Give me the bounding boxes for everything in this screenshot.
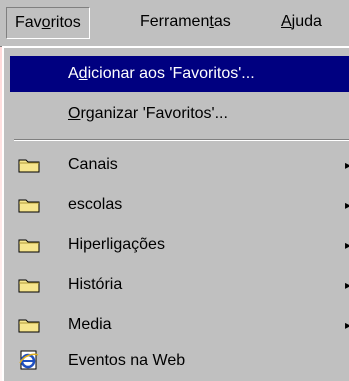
- submenu-arrow-icon: ▸: [344, 318, 349, 332]
- submenu-arrow-icon: ▸: [344, 198, 349, 212]
- menu-item-organizar-favoritos[interactable]: Organizar 'Favoritos'...: [10, 96, 349, 132]
- ie-page-icon: [19, 350, 39, 370]
- menu-link-eventos-na-web[interactable]: Eventos na Web: [10, 343, 349, 379]
- menu-favoritos-label-a: Fav: [15, 14, 42, 31]
- menu-favoritos[interactable]: Favoritos: [6, 7, 90, 39]
- menu-folder-escolas-label: escolas: [68, 196, 123, 213]
- favoritos-dropdown: Adicionar aos 'Favoritos'... Organizar '…: [2, 46, 349, 381]
- submenu-arrow-icon: ▸: [344, 278, 349, 292]
- submenu-arrow-icon: ▸: [344, 158, 349, 172]
- menu-ajuda[interactable]: Ajuda: [273, 7, 330, 37]
- menu-ajuda-label: juda: [291, 13, 322, 30]
- menu-ferramentas-label-a: Ferramen: [140, 13, 210, 30]
- menu-folder-historia[interactable]: História ▸: [10, 267, 349, 303]
- menu-folder-media-label: Media: [68, 316, 112, 333]
- menu-ferramentas[interactable]: Ferramentas: [132, 7, 239, 37]
- menu-folder-media[interactable]: Media ▸: [10, 307, 349, 343]
- menu-folder-escolas[interactable]: escolas ▸: [10, 187, 349, 223]
- menu-item-organizar-label: Organizar 'Favoritos'...: [68, 105, 228, 122]
- menu-folder-canais[interactable]: Canais ▸: [10, 147, 349, 183]
- submenu-arrow-icon: ▸: [344, 238, 349, 252]
- menu-link-eventos-label: Eventos na Web: [68, 352, 186, 369]
- folder-icon: [18, 239, 40, 253]
- menu-separator: [14, 139, 349, 141]
- menu-ajuda-accel: A: [281, 13, 292, 30]
- menu-ferramentas-label-b: as: [213, 13, 231, 30]
- menu-favoritos-label-b: ritos: [50, 14, 81, 31]
- menu-favoritos-accel: o: [41, 14, 51, 31]
- menu-folder-hiperligacoes[interactable]: Hiperligações ▸: [10, 227, 349, 263]
- menu-folder-hiperligacoes-label: Hiperligações: [68, 236, 165, 253]
- menu-item-adicionar-label: Adicionar aos 'Favoritos'...: [68, 65, 255, 82]
- menu-folder-canais-label: Canais: [68, 156, 118, 173]
- menu-folder-historia-label: História: [68, 276, 123, 293]
- folder-icon: [18, 159, 40, 173]
- menu-bar: Favoritos Ferramentas Ajuda: [0, 0, 349, 47]
- folder-icon: [18, 279, 40, 293]
- folder-icon: [18, 199, 40, 213]
- menu-item-adicionar-favoritos[interactable]: Adicionar aos 'Favoritos'...: [10, 56, 349, 92]
- folder-icon: [18, 319, 40, 333]
